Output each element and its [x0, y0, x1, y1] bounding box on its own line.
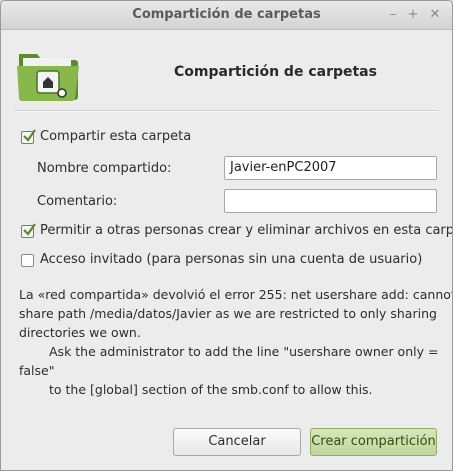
error-line: directories we own.: [19, 325, 141, 340]
comment-label: Comentario:: [37, 194, 118, 209]
share-folder-label[interactable]: Compartir esta carpeta: [40, 129, 191, 144]
error-message: La «red compartida» devolvió el error 25…: [19, 285, 453, 399]
cancel-button[interactable]: Cancelar: [173, 428, 301, 456]
dialog-content: Compartición de carpetas Compartir esta …: [1, 30, 452, 470]
allow-others-label[interactable]: Permitir a otras personas crear y elimin…: [40, 223, 452, 238]
maximize-icon[interactable]: +: [404, 6, 422, 24]
guest-access-checkbox[interactable]: [21, 254, 34, 267]
error-line: share path /media/datos/Javier as we are…: [19, 306, 437, 321]
title-bar[interactable]: Compartición de carpetas – + ✕: [1, 1, 452, 30]
share-name-label: Nombre compartido:: [37, 161, 172, 176]
check-icon: [23, 129, 36, 142]
guest-access-label[interactable]: Acceso invitado (para personas sin una c…: [40, 252, 422, 267]
allow-others-checkbox[interactable]: [21, 223, 36, 238]
share-name-input[interactable]: Javier-enPC2007: [224, 156, 437, 180]
header-separator: [15, 110, 438, 112]
folder-sharing-dialog: Compartición de carpetas – + ✕ Compartic…: [0, 0, 453, 471]
create-share-button[interactable]: Crear compartición: [310, 428, 437, 456]
error-line: to the [global] section of the smb.conf …: [49, 382, 373, 397]
comment-input[interactable]: [224, 189, 437, 213]
close-icon[interactable]: ✕: [426, 6, 444, 24]
dialog-heading: Compartición de carpetas: [174, 64, 377, 80]
check-icon: [23, 223, 36, 236]
error-line: Ask the administrator to add the line "u…: [49, 344, 439, 359]
error-line: false": [19, 363, 55, 378]
error-line: La «red compartida» devolvió el error 25…: [19, 287, 453, 302]
shared-folder-icon: [17, 54, 79, 101]
share-folder-checkbox[interactable]: [21, 129, 36, 144]
minimize-icon[interactable]: –: [384, 6, 402, 24]
